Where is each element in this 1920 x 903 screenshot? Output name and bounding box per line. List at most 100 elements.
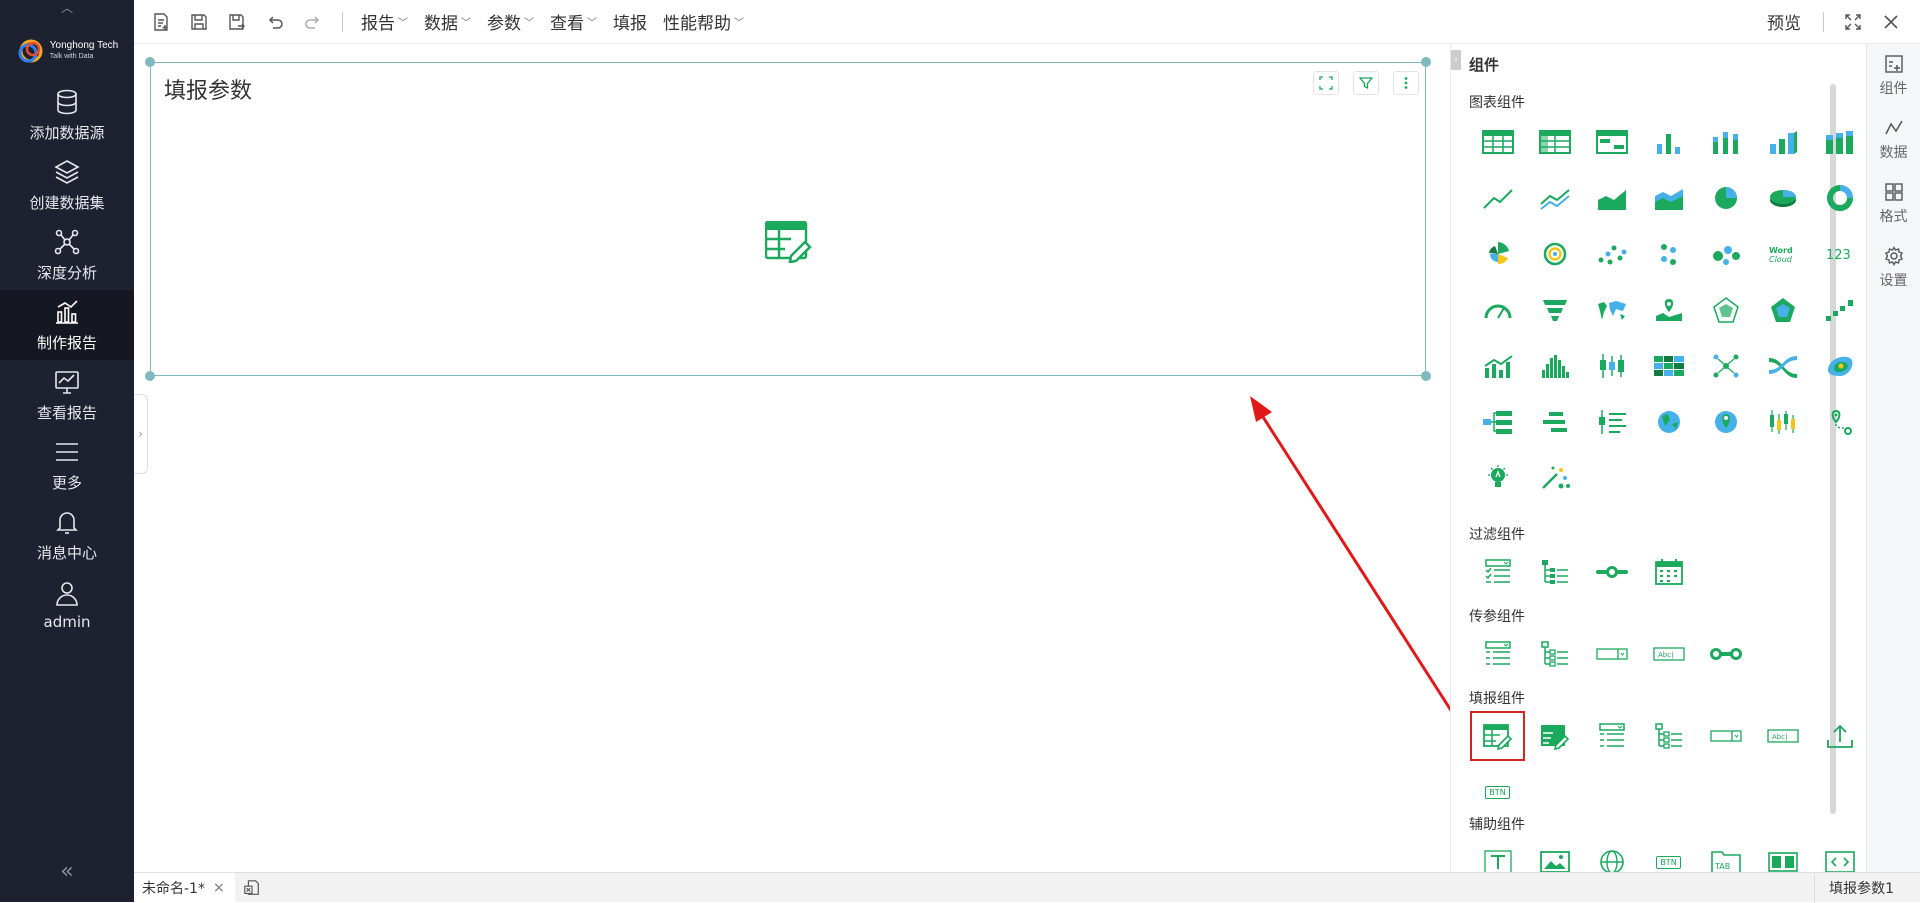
sidebar-item-deep-analysis[interactable]: 深度分析 [0, 220, 134, 290]
line-chart-icon[interactable] [1469, 170, 1526, 226]
ring-progress-icon[interactable] [1526, 226, 1583, 282]
embed-code-icon[interactable] [1811, 834, 1866, 872]
button-icon[interactable]: BTN [1640, 834, 1697, 872]
maximize-icon[interactable] [1313, 71, 1339, 95]
menu-report[interactable]: 报告 ﹀ [353, 0, 416, 44]
tab-format[interactable]: 格式 [1867, 172, 1920, 236]
filter-icon[interactable] [1353, 71, 1379, 95]
sidebar-item-view-report[interactable]: 查看报告 [0, 360, 134, 430]
3d-stacked-bar-icon[interactable] [1811, 114, 1866, 170]
radar-chart-icon[interactable] [1697, 282, 1754, 338]
number-card-icon[interactable]: 123 [1811, 226, 1866, 282]
gauge-chart-icon[interactable] [1469, 282, 1526, 338]
tab-settings[interactable]: 设置 [1867, 236, 1920, 300]
save-as-icon[interactable] [218, 0, 256, 44]
gantt-chart-icon[interactable] [1526, 394, 1583, 450]
menu-params[interactable]: 参数 ﹀ [479, 0, 542, 44]
param-slider-icon[interactable] [1697, 626, 1754, 682]
stacked-bar-icon[interactable] [1697, 114, 1754, 170]
3d-pie-icon[interactable] [1754, 170, 1811, 226]
path-map-icon[interactable] [1811, 394, 1866, 450]
undo-icon[interactable] [256, 0, 294, 44]
multi-line-icon[interactable] [1526, 170, 1583, 226]
3d-bar-icon[interactable] [1754, 114, 1811, 170]
param-combobox-icon[interactable] [1583, 626, 1640, 682]
param-tree-icon[interactable] [1526, 626, 1583, 682]
insight-bulb-icon[interactable] [1469, 450, 1526, 506]
heat-map-icon[interactable] [1811, 338, 1866, 394]
fullscreen-icon[interactable] [1834, 0, 1872, 44]
combo-chart-icon[interactable] [1469, 338, 1526, 394]
upload-icon[interactable] [1811, 708, 1866, 764]
new-report-icon[interactable] [142, 0, 180, 44]
sidebar-item-more[interactable]: 更多 [0, 430, 134, 500]
histogram-icon[interactable] [1526, 338, 1583, 394]
waterfall-chart-icon[interactable] [1811, 282, 1866, 338]
card-container-icon[interactable] [1754, 834, 1811, 872]
collapse-up-icon[interactable]: ︿ [0, 0, 134, 15]
document-tab[interactable]: 未命名-1* × [134, 872, 235, 903]
more-options-icon[interactable] [1393, 71, 1419, 95]
table-icon[interactable] [1469, 114, 1526, 170]
world-map-icon[interactable] [1583, 282, 1640, 338]
image-icon[interactable] [1526, 834, 1583, 872]
fill-button-icon[interactable]: BTN [1469, 764, 1526, 820]
param-list-icon[interactable] [1469, 626, 1526, 682]
fill-table-component[interactable]: 填报参数 [145, 57, 1431, 381]
free-table-icon[interactable] [1583, 114, 1640, 170]
dropdown-list-icon[interactable] [1469, 544, 1526, 600]
globe-map-icon[interactable] [1640, 394, 1697, 450]
fill-freetable-icon[interactable] [1526, 708, 1583, 764]
crosstab-icon[interactable] [1526, 114, 1583, 170]
resize-handle[interactable] [1421, 371, 1431, 381]
close-tab-icon[interactable]: × [213, 880, 225, 896]
fill-table-icon[interactable] [1470, 711, 1525, 761]
tree-chart-icon[interactable] [1469, 394, 1526, 450]
relation-graph-icon[interactable] [1697, 338, 1754, 394]
tab-data[interactable]: 数据 [1867, 108, 1920, 172]
dot-chart-icon[interactable] [1640, 226, 1697, 282]
sidebar-item-create-dataset[interactable]: 创建数据集 [0, 150, 134, 220]
collapse-sidebar-icon[interactable]: « [0, 859, 134, 884]
menu-fill[interactable]: 填报 [605, 0, 655, 44]
fill-tree-icon[interactable] [1640, 708, 1697, 764]
sankey-chart-icon[interactable] [1754, 338, 1811, 394]
stacked-area-icon[interactable] [1640, 170, 1697, 226]
calendar-icon[interactable] [1640, 544, 1697, 600]
close-icon[interactable] [1872, 0, 1910, 44]
fill-text-input-icon[interactable]: Abc| [1754, 708, 1811, 764]
range-slider-icon[interactable] [1583, 544, 1640, 600]
sidebar-item-admin[interactable]: admin [0, 570, 134, 640]
expand-left-panel-icon[interactable]: › [134, 394, 148, 474]
pie-chart-icon[interactable] [1697, 170, 1754, 226]
filled-radar-icon[interactable] [1754, 282, 1811, 338]
tab-container-icon[interactable]: TAB [1697, 834, 1754, 872]
resize-handle[interactable] [1421, 57, 1431, 67]
web-page-icon[interactable] [1583, 834, 1640, 872]
export-excel-icon[interactable] [235, 873, 269, 903]
bubble-chart-icon[interactable] [1697, 226, 1754, 282]
tree-list-icon[interactable] [1526, 544, 1583, 600]
fill-dropdown-list-icon[interactable] [1583, 708, 1640, 764]
funnel-chart-icon[interactable] [1526, 282, 1583, 338]
menu-data[interactable]: 数据 ﹀ [416, 0, 479, 44]
smart-analysis-icon[interactable] [1526, 450, 1583, 506]
resize-handle[interactable] [145, 57, 155, 67]
collapse-panel-icon[interactable]: › [1451, 50, 1461, 70]
boxplot-icon[interactable] [1583, 338, 1640, 394]
param-text-input-icon[interactable]: Abc| [1640, 626, 1697, 682]
heat-table-icon[interactable] [1640, 338, 1697, 394]
preview-button[interactable]: 预览 [1755, 9, 1813, 34]
save-icon[interactable] [180, 0, 218, 44]
fill-combobox-icon[interactable] [1697, 708, 1754, 764]
donut-chart-icon[interactable] [1811, 170, 1866, 226]
parallel-coords-icon[interactable] [1583, 394, 1640, 450]
sidebar-item-make-report[interactable]: 制作报告 [0, 290, 134, 360]
menu-performance-help[interactable]: 性能帮助 ﹀ [655, 0, 752, 44]
map-pin-icon[interactable] [1640, 282, 1697, 338]
area-chart-icon[interactable] [1583, 170, 1640, 226]
sidebar-item-add-datasource[interactable]: 添加数据源 [0, 80, 134, 150]
rose-chart-icon[interactable] [1469, 226, 1526, 282]
redo-icon[interactable] [294, 0, 332, 44]
sidebar-item-messages[interactable]: 消息中心 [0, 500, 134, 570]
